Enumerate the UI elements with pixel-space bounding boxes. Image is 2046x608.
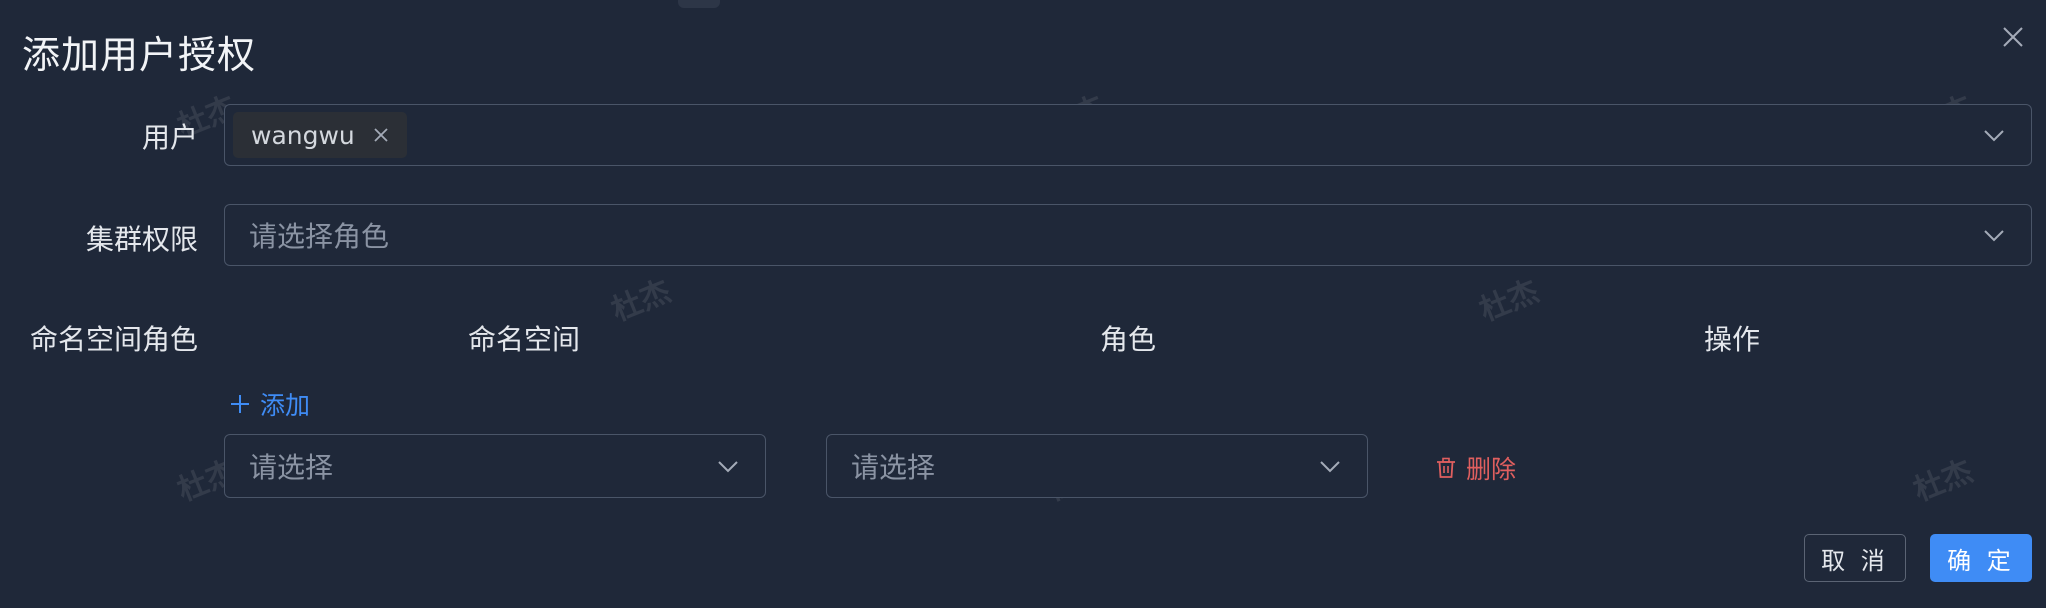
- delete-row-label: 删除: [1466, 455, 1517, 484]
- watermark: 杜杰: [1908, 453, 1978, 509]
- cancel-button[interactable]: 取 消: [1804, 534, 1906, 582]
- cluster-role-placeholder: 请选择角色: [249, 220, 390, 253]
- namespace-select[interactable]: 请选择: [224, 434, 766, 498]
- add-user-authorization-dialog: 杜杰 杜杰 杜杰 杜杰 杜杰 杜杰 杜杰 杜杰 添加用户授权 用户 wangwu…: [0, 0, 2046, 608]
- user-tag: wangwu: [233, 112, 407, 158]
- dialog-title: 添加用户授权: [22, 33, 257, 77]
- cluster-role-select[interactable]: 请选择角色: [224, 204, 2032, 266]
- chevron-down-icon: [1984, 130, 2004, 142]
- close-icon: [2003, 27, 2023, 47]
- tag-close-icon[interactable]: [371, 125, 391, 145]
- user-select[interactable]: wangwu: [224, 104, 2032, 166]
- add-row-button[interactable]: 添加: [228, 386, 310, 422]
- watermark: 杜杰: [606, 273, 676, 329]
- column-header-action: 操作: [1704, 323, 1761, 356]
- column-header-namespace: 命名空间: [468, 323, 581, 356]
- drag-handle[interactable]: [678, 0, 720, 8]
- delete-row-button[interactable]: 删除: [1434, 450, 1516, 486]
- close-button[interactable]: [1996, 20, 2030, 54]
- chevron-down-icon: [1984, 230, 2004, 242]
- namespace-placeholder: 请选择: [249, 451, 334, 484]
- role-select[interactable]: 请选择: [826, 434, 1368, 498]
- plus-icon: [231, 395, 249, 413]
- chevron-down-icon: [718, 461, 738, 473]
- role-placeholder: 请选择: [851, 451, 936, 484]
- add-row-label: 添加: [260, 391, 311, 420]
- user-label: 用户: [141, 121, 198, 154]
- watermark: 杜杰: [1474, 273, 1544, 329]
- confirm-button[interactable]: 确 定: [1930, 534, 2032, 582]
- trash-icon: [1437, 457, 1455, 478]
- namespace-roles-label: 命名空间角色: [30, 323, 199, 356]
- column-header-role: 角色: [1100, 323, 1157, 356]
- chevron-down-icon: [1320, 461, 1340, 473]
- cluster-permission-label: 集群权限: [85, 223, 198, 256]
- user-tag-label: wangwu: [251, 120, 355, 150]
